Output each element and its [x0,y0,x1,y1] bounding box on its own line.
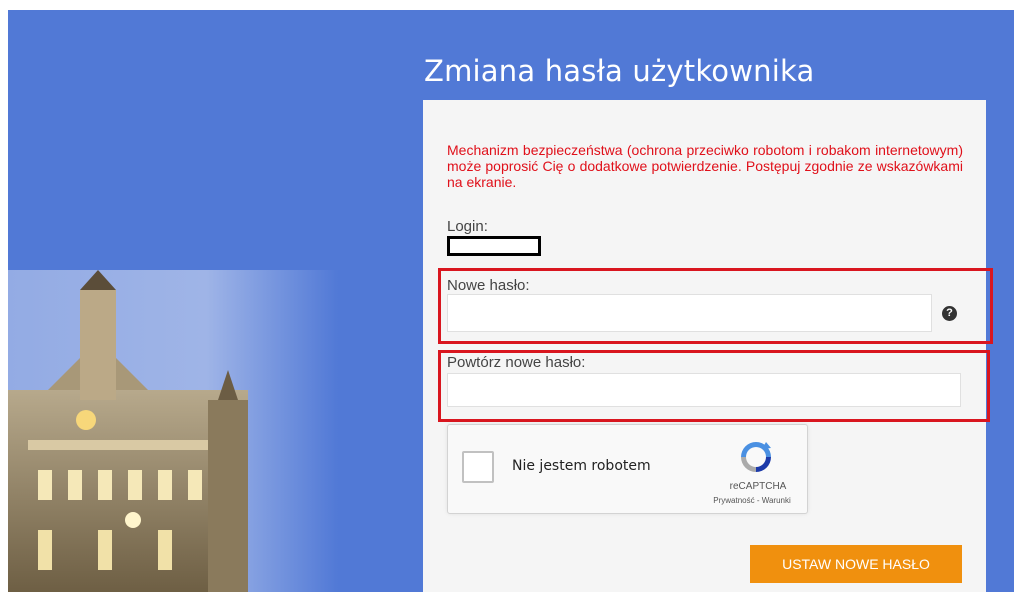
repeat-password-label: Powtórz nowe hasło: [447,354,586,371]
page-background: Zmiana hasła użytkownika Mechanizm bezpi… [8,10,1014,592]
repeat-password-input[interactable] [447,373,961,407]
security-warning: Mechanizm bezpieczeństwa (ochrona przeci… [447,142,963,190]
page-title: Zmiana hasła użytkownika [424,54,815,88]
login-label: Login: [447,218,488,235]
set-new-password-button[interactable]: USTAW NOWE HASŁO [750,545,962,583]
recaptcha-logo-icon [741,442,771,472]
new-password-label: Nowe hasło: [447,277,530,294]
town-hall-image [8,270,338,592]
recaptcha-checkbox[interactable] [462,451,494,483]
recaptcha-links[interactable]: Prywatność - Warunki [698,496,806,505]
password-change-form: Mechanizm bezpieczeństwa (ochrona przeci… [423,100,993,592]
question-icon[interactable]: ? [942,306,957,321]
login-value-redacted [447,236,541,256]
recaptcha-widget: Nie jestem robotem reCAPTCHA Prywatność … [447,424,808,514]
new-password-input[interactable] [447,294,932,332]
recaptcha-brand: reCAPTCHA [729,481,787,492]
recaptcha-checkbox-label: Nie jestem robotem [512,458,651,474]
